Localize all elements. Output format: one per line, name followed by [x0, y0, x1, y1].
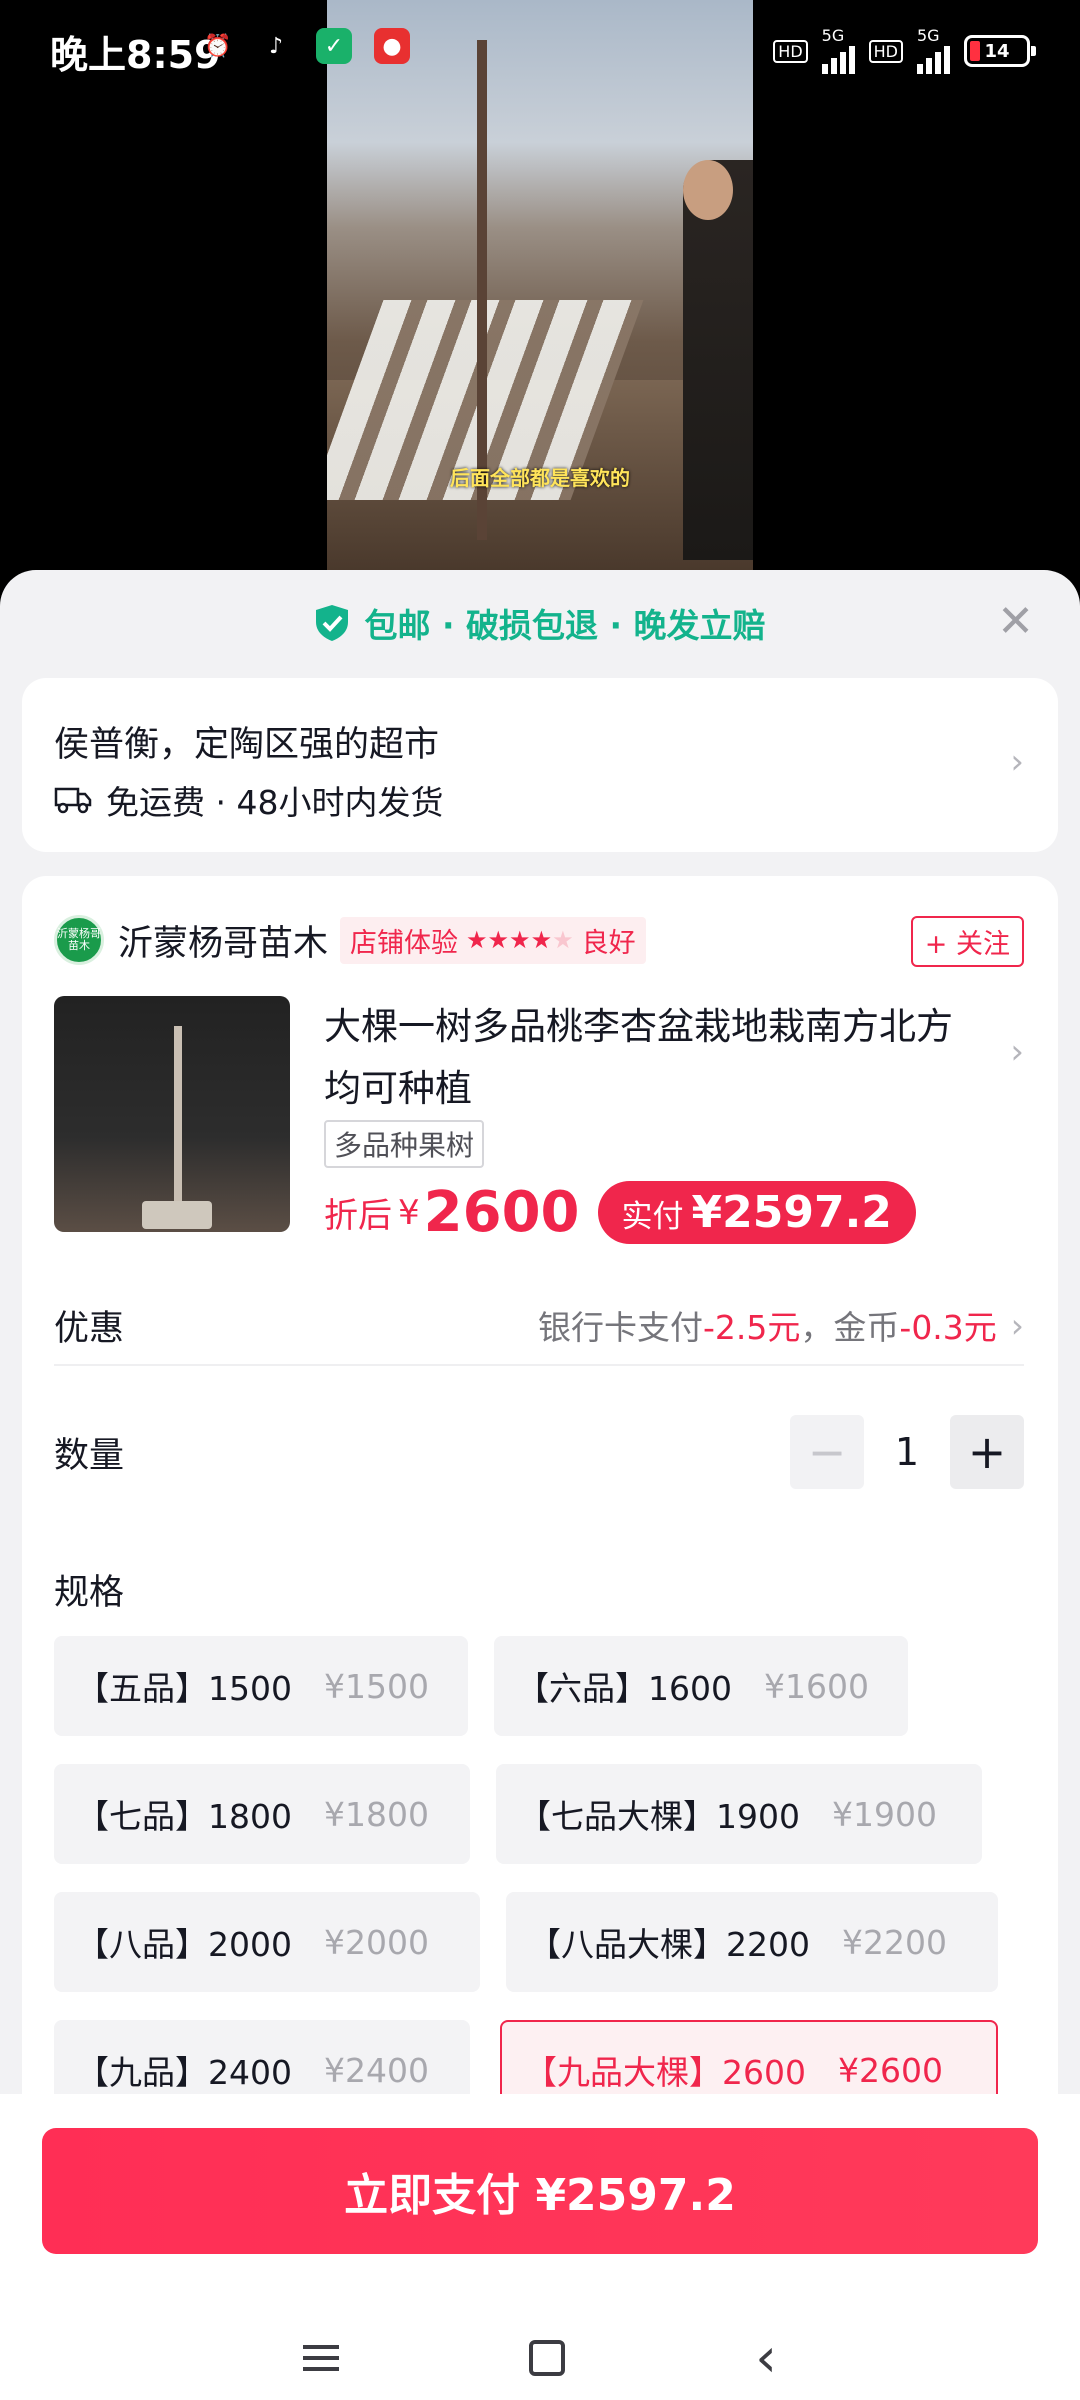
product-tag: 多品种果树 — [324, 1120, 485, 1168]
chevron-right-icon: › — [1010, 742, 1024, 782]
spec-option[interactable]: 【八品】2000 ¥2000 — [54, 1892, 480, 1992]
red-app-icon: ● — [374, 28, 410, 64]
minus-button[interactable]: − — [790, 1415, 864, 1489]
quantity-stepper: − 1 + — [790, 1415, 1024, 1489]
product-price: 2600 — [423, 1180, 580, 1245]
close-icon[interactable]: ✕ — [997, 600, 1034, 644]
system-nav-bar: ‹ — [0, 2316, 1080, 2400]
discount-row[interactable]: 优惠 银行卡支付 -2.5元 ， 金币 -0.3元 › — [54, 1296, 1024, 1366]
tiktok-icon: ♪ — [268, 33, 284, 59]
spec-option[interactable]: 【五品】1500 ¥1500 — [54, 1636, 468, 1736]
home-icon[interactable] — [529, 2340, 566, 2376]
chevron-right-icon: › — [1010, 1032, 1024, 1072]
spec-option[interactable]: 【七品大棵】1900 ¥1900 — [496, 1764, 982, 1864]
shop-name: 沂蒙杨哥苗木 — [118, 923, 329, 964]
hd-icon: HD — [773, 39, 808, 63]
follow-button[interactable]: + 关注 — [910, 916, 1024, 967]
signal-icon-2: 5G — [917, 28, 950, 74]
product-row[interactable]: 大棵一树多品桃李杏盆栽地栽南方北方均可种植 多品种果树 折后 ¥ 2600 实付… — [54, 996, 1024, 1245]
address-line: 侯普衡，定陶区强的超市 — [54, 725, 440, 765]
shield-check-icon — [316, 605, 349, 641]
alarm-icon: ⏰ — [204, 33, 232, 59]
shop-logo: 沂蒙杨哥苗木 — [54, 915, 104, 965]
quantity-row: 数量 − 1 + — [54, 1412, 1024, 1492]
battery-icon: 14 — [964, 35, 1036, 67]
product-title: 大棵一树多品桃李杏盆栽地栽南方北方均可种植 — [324, 1005, 953, 1110]
star-rating: ★★★★★ — [466, 926, 574, 954]
hd-icon-2: HD — [868, 39, 903, 63]
video-caption: 后面全部都是喜欢的 — [450, 466, 630, 490]
product-image — [54, 996, 290, 1232]
status-bar: 晚上8:59 ⏰ ♪ ✓ ● HD 5G HD 5G 14 — [0, 0, 1080, 96]
spec-option[interactable]: 【八品大棵】2200 ¥2200 — [506, 1892, 998, 1992]
menu-icon[interactable] — [303, 2345, 340, 2371]
spec-option[interactable]: 【六品】1600 ¥1600 — [494, 1636, 908, 1736]
shipping-info: 免运费 · 48小时内发货 — [106, 783, 444, 822]
guarantee-banner: 包邮 · 破损包退 · 晚发立赔 — [0, 570, 1080, 676]
pay-now-button[interactable]: 立即支付 ¥2597.2 — [42, 2128, 1038, 2254]
address-card[interactable]: 侯普衡，定陶区强的超市 免运费 · 48小时内发货 › — [22, 678, 1058, 852]
shop-rating-badge: 店铺体验 ★★★★★ 良好 — [340, 916, 646, 964]
spec-option[interactable]: 【七品】1800 ¥1800 — [54, 1764, 470, 1864]
status-time: 晚上8:59 — [50, 33, 221, 77]
quantity-value: 1 — [894, 1430, 920, 1474]
back-icon[interactable]: ‹ — [755, 2331, 777, 2385]
shield-app-icon: ✓ — [316, 28, 352, 64]
paid-badge: 实付 ¥2597.2 — [597, 1181, 916, 1244]
shop-row[interactable]: 沂蒙杨哥苗木 沂蒙杨哥苗木 店铺体验 ★★★★★ 良好 + 关注 — [54, 912, 1024, 968]
spec-label: 规格 — [54, 1573, 125, 1613]
price-row: 折后 ¥ 2600 实付 ¥2597.2 — [324, 1180, 916, 1245]
plus-button[interactable]: + — [950, 1415, 1024, 1489]
signal-icon: 5G — [821, 28, 855, 74]
truck-icon — [54, 787, 92, 814]
chevron-right-icon: › — [1010, 1305, 1024, 1345]
bottom-bar: 立即支付 ¥2597.2 ‹ — [0, 2094, 1080, 2400]
